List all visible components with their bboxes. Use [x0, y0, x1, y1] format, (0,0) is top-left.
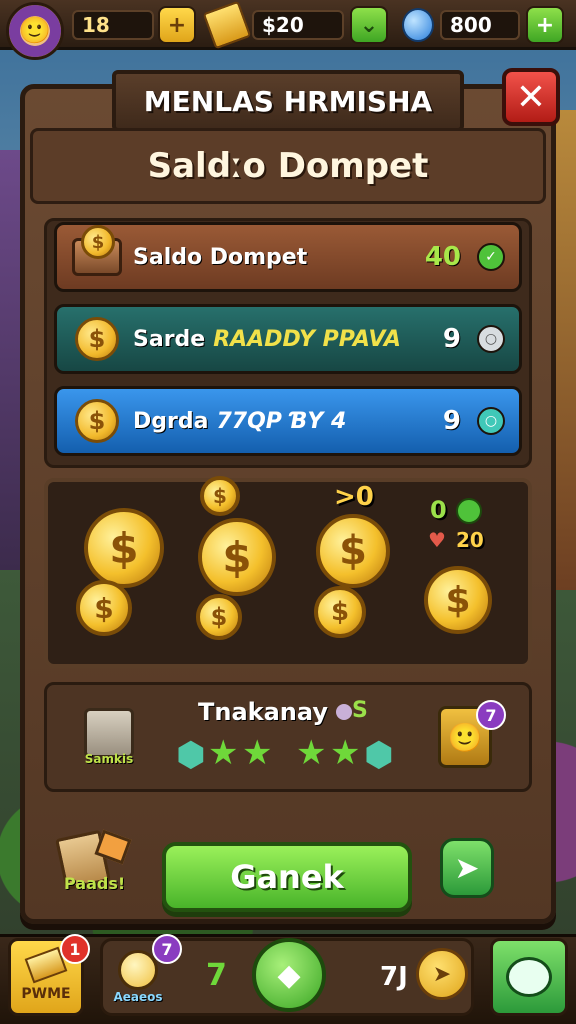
coin-icon[interactable]: $: [76, 580, 132, 636]
nav-center-button[interactable]: ◆: [252, 938, 326, 1012]
row-label: Sarde: [133, 326, 206, 352]
gems-value: 800: [450, 13, 492, 37]
nav-send-button[interactable]: ➤: [416, 948, 468, 1000]
next-arrow-button[interactable]: ➤: [440, 838, 494, 898]
coin-icon[interactable]: $: [424, 566, 492, 634]
nav-counter: 7: [206, 958, 227, 993]
coin-icon[interactable]: $: [316, 514, 390, 588]
achievement-title: Tnakanay: [198, 698, 328, 726]
coin-icon[interactable]: $: [198, 518, 276, 596]
heart-icon: ♥: [428, 528, 446, 552]
close-icon: ✕: [515, 76, 547, 118]
main-action-button[interactable]: Ganek: [162, 842, 412, 912]
chevron-down-icon: ⌄: [359, 12, 379, 38]
row-label: Saldo Dompet: [133, 244, 308, 270]
add-money-button[interactable]: ⌄: [350, 6, 388, 44]
close-button[interactable]: ✕: [502, 68, 560, 126]
balance-row-wallet[interactable]: $ Saldo Dompet 40 ✓: [54, 222, 522, 292]
nav-chat-button[interactable]: [490, 938, 568, 1016]
top-resource-bar: 🙂 18 + $20 ⌄ 800 +: [0, 0, 576, 60]
diamond-icon: ◆: [277, 957, 301, 993]
gems-counter: 800: [440, 10, 520, 40]
nav-home-label: PWME: [21, 986, 71, 1002]
coin-label-c: 20: [456, 528, 484, 552]
money-value: $20: [262, 13, 304, 37]
row-value: 9: [442, 406, 461, 436]
portrait-badge: 7: [476, 700, 506, 730]
star-icon: ★: [296, 733, 327, 773]
add-gems-button[interactable]: +: [526, 6, 564, 44]
coin-label-b: 0: [430, 496, 447, 524]
check-icon: [456, 498, 482, 524]
main-action-label: Ganek: [230, 858, 344, 896]
level-value: 18: [82, 13, 110, 37]
wallet-icon: $: [69, 225, 125, 282]
paper-scroll-icon[interactable]: Paads!: [55, 829, 136, 900]
panel-title-text: MENLAS HRMISHA: [143, 84, 433, 118]
friends-badge: 7: [152, 934, 182, 964]
achievement-suffix: S: [352, 698, 368, 723]
circle-icon: ○: [477, 325, 505, 353]
coin-label-a: >0: [334, 482, 374, 512]
nav-friends-label: Aeaeos: [113, 990, 163, 1004]
face-icon: 🙂: [18, 16, 52, 46]
plus-icon: +: [167, 12, 187, 38]
panel-subtitle: Saldːo Dompet: [30, 128, 546, 204]
row-extra-text: 77QP ƁY 4: [216, 408, 347, 434]
shop-label: Samkis: [84, 752, 134, 766]
send-icon: ➤: [432, 961, 452, 987]
smiley-icon: [118, 950, 158, 990]
star-icon: ★: [208, 733, 239, 773]
circle-icon: ○: [477, 407, 505, 435]
gem-icon: [402, 8, 434, 42]
coin-icon: $: [69, 396, 125, 446]
balance-row-sarde[interactable]: $ Sarde RAADDY PPAVA 9 ○: [54, 304, 522, 374]
paper-label: Paads!: [64, 874, 126, 893]
check-icon: ✓: [477, 243, 505, 271]
row-label: Dgrda: [133, 408, 209, 434]
gem-icon: ⬢: [176, 735, 206, 775]
balance-row-dgrda[interactable]: $ Dgrda 77QP ƁY 4 9 ○: [54, 386, 522, 456]
player-avatar[interactable]: 🙂: [6, 2, 64, 60]
coin-icon[interactable]: $: [314, 586, 366, 638]
orb-icon: [336, 704, 352, 720]
coin-icon[interactable]: $: [200, 476, 240, 516]
star-icon: ★: [242, 733, 273, 773]
level-counter: 18: [72, 10, 154, 40]
gold-bars-icon: [202, 0, 252, 50]
chat-bubble-icon: [506, 957, 552, 997]
coin-icon[interactable]: $: [196, 594, 242, 640]
coin-icon[interactable]: $: [84, 508, 164, 588]
panel-subtitle-text: Saldːo Dompet: [147, 146, 429, 186]
gem-icon: ⬢: [364, 735, 394, 775]
home-badge: 1: [60, 934, 90, 964]
plus-icon: +: [535, 12, 555, 38]
star-icon: ★: [330, 733, 361, 773]
arrow-right-icon: ➤: [454, 850, 480, 886]
shop-icon[interactable]: Samkis: [78, 700, 140, 772]
money-counter: $20: [252, 10, 344, 40]
coin-icon: $: [69, 314, 125, 364]
row-value: 9: [442, 324, 461, 354]
row-value: 40: [424, 242, 461, 272]
panel-title: MENLAS HRMISHA: [112, 70, 464, 132]
nav-right-counter: 7J: [380, 962, 408, 992]
row-extra-text: RAADDY PPAVA: [213, 326, 401, 352]
add-level-button[interactable]: +: [158, 6, 196, 44]
face-icon: 🙂: [447, 720, 483, 754]
